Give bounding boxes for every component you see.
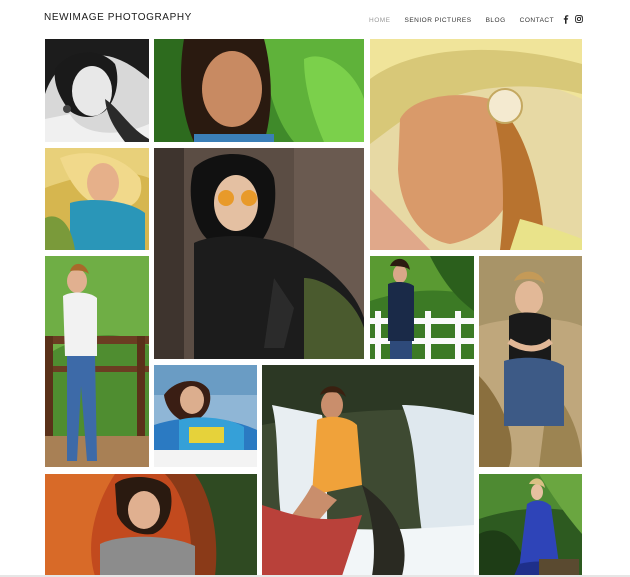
portrait-autumn-leaves-image xyxy=(45,474,257,576)
portrait-blue-dress-image xyxy=(479,474,582,576)
gallery-photo[interactable] xyxy=(45,148,149,250)
gallery-photo[interactable] xyxy=(479,474,582,576)
portrait-blue-shirt-image xyxy=(154,365,257,467)
gallery-photo[interactable] xyxy=(154,148,364,359)
portrait-blonde-teal-image xyxy=(45,148,149,250)
portrait-sunglasses-jacket-image xyxy=(154,148,364,359)
portrait-waterfall-image xyxy=(262,365,474,576)
portrait-bridge-jeans-image xyxy=(45,256,149,467)
gallery-photo[interactable] xyxy=(262,365,474,576)
bw-portrait-image xyxy=(45,39,149,142)
gallery-photo[interactable] xyxy=(45,39,149,142)
portrait-white-fence-image xyxy=(370,256,474,359)
gallery-photo[interactable] xyxy=(45,474,257,576)
gallery-photo[interactable] xyxy=(479,256,582,467)
photo-gallery xyxy=(0,0,630,577)
portrait-greenery-image xyxy=(154,39,364,142)
gallery-photo[interactable] xyxy=(370,39,582,250)
gallery-photo[interactable] xyxy=(370,256,474,359)
portrait-tall-grass-image xyxy=(479,256,582,467)
gallery-photo[interactable] xyxy=(154,365,257,467)
gallery-photo[interactable] xyxy=(154,39,364,142)
gallery-photo[interactable] xyxy=(45,256,149,467)
portrait-sunhat-image xyxy=(370,39,582,250)
